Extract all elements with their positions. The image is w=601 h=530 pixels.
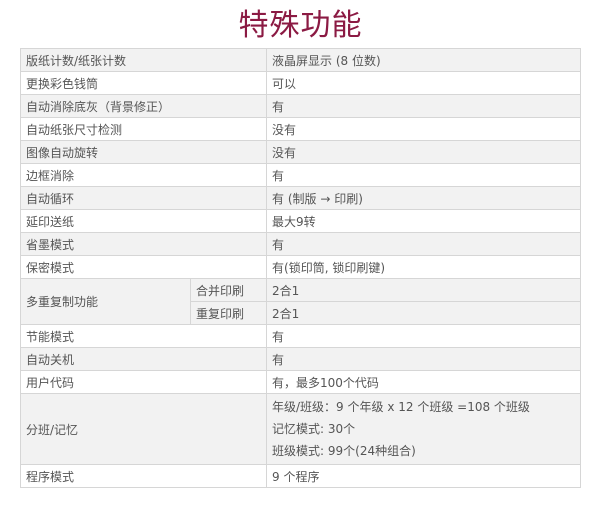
feature-table: 版纸计数/纸张计数 液晶屏显示 (8 位数) 更换彩色钱筒 可以 自动消除底灰（… (19, 48, 582, 488)
feature-label: 自动关机 (19, 347, 268, 371)
feature-label: 分班/记忆 (19, 393, 268, 465)
feature-value: 可以 (266, 71, 582, 95)
table-row: 自动关机 有 (19, 347, 582, 371)
feature-label: 边框消除 (19, 163, 268, 187)
feature-value: 2合1 (266, 301, 582, 325)
feature-value: 2合1 (266, 278, 582, 302)
table-row: 用户代码 有，最多100个代码 (19, 370, 582, 394)
spec-page: 特殊功能 版纸计数/纸张计数 液晶屏显示 (8 位数) 更换彩色钱筒 可以 自动… (0, 0, 601, 530)
feature-label: 自动循环 (19, 186, 268, 210)
table-row: 自动循环 有 (制版 → 印刷) (19, 186, 582, 210)
feature-value: 液晶屏显示 (8 位数) (266, 48, 582, 72)
feature-value-multiline: 年级/班级：9 个年级 x 12 个班级 =108 个班级 记忆模式: 30个 … (266, 393, 582, 465)
table-row: 保密模式 有(锁印筒, 锁印刷键) (19, 255, 582, 279)
table-row: 程序模式 9 个程序 (19, 464, 582, 488)
table-row: 节能模式 有 (19, 324, 582, 348)
feature-value: 有 (266, 232, 582, 256)
feature-label: 更换彩色钱筒 (19, 71, 268, 95)
feature-label: 保密模式 (19, 255, 268, 279)
feature-label: 节能模式 (19, 324, 268, 348)
feature-label: 延印送纸 (19, 209, 268, 233)
sub-feature-label: 重复印刷 (189, 301, 268, 325)
feature-value: 有 (266, 163, 582, 187)
feature-label: 自动消除底灰（背景修正） (19, 94, 268, 118)
page-title: 特殊功能 (238, 8, 363, 43)
feature-value: 没有 (266, 140, 582, 164)
feature-value: 9 个程序 (266, 464, 582, 488)
feature-label: 用户代码 (19, 370, 268, 394)
feature-value: 有，最多100个代码 (266, 370, 582, 394)
table-row: 省墨模式 有 (19, 232, 582, 256)
feature-label: 图像自动旋转 (19, 140, 268, 164)
feature-value: 有(锁印筒, 锁印刷键) (266, 255, 582, 279)
feature-value: 有 (266, 94, 582, 118)
feature-label: 版纸计数/纸张计数 (19, 48, 268, 72)
feature-label: 自动纸张尺寸检测 (19, 117, 268, 141)
table-row-multi-copy: 多重复制功能 合并印刷 2合1 (20, 278, 582, 325)
table-row: 延印送纸 最大9转 (19, 209, 582, 233)
feature-value: 有 (266, 347, 582, 371)
table-row: 自动消除底灰（背景修正） 有 (19, 94, 582, 118)
sub-feature-label: 合并印刷 (189, 278, 268, 302)
value-line: 班级模式: 99个(24种组合) (272, 444, 416, 458)
feature-label: 省墨模式 (19, 232, 268, 256)
feature-label: 多重复制功能 (20, 278, 191, 325)
feature-value: 没有 (266, 117, 582, 141)
value-line: 年级/班级：9 个年级 x 12 个班级 =108 个班级 (272, 400, 530, 414)
feature-value: 最大9转 (266, 209, 582, 233)
feature-value: 有 (制版 → 印刷) (266, 186, 582, 210)
value-line: 记忆模式: 30个 (272, 422, 356, 436)
table-row: 图像自动旋转 没有 (19, 140, 582, 164)
table-row: 自动纸张尺寸检测 没有 (19, 117, 582, 141)
feature-value: 有 (266, 324, 582, 348)
table-row: 版纸计数/纸张计数 液晶屏显示 (8 位数) (19, 48, 582, 72)
feature-label: 程序模式 (19, 464, 268, 488)
table-row: 边框消除 有 (19, 163, 582, 187)
table-row-class-memory: 分班/记忆 年级/班级：9 个年级 x 12 个班级 =108 个班级 记忆模式… (19, 393, 582, 465)
table-row: 更换彩色钱筒 可以 (19, 71, 582, 95)
